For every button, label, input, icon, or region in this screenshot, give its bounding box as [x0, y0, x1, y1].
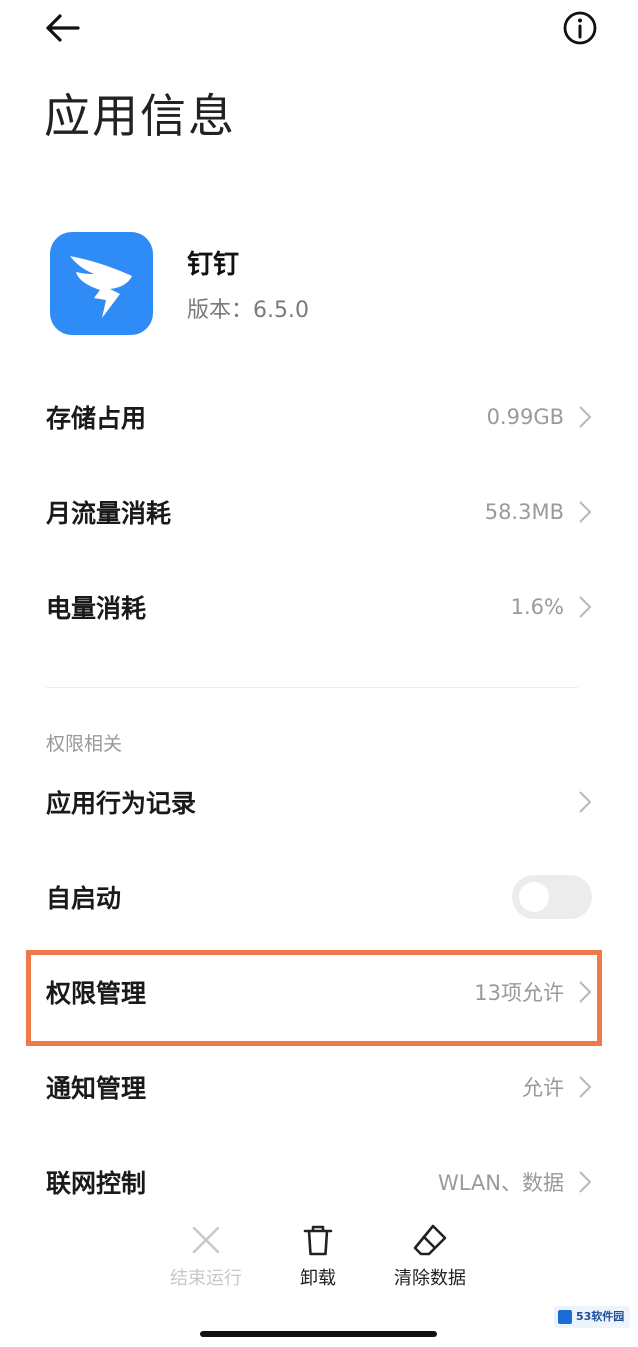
- network-control-label: 联网控制: [46, 1169, 147, 1198]
- eraser-icon: [413, 1224, 447, 1256]
- page-title: 应用信息: [44, 89, 236, 143]
- permissions-section-label: 权限相关: [46, 733, 123, 755]
- chevron-right-icon: [579, 1171, 592, 1193]
- back-button[interactable]: [40, 8, 84, 48]
- app-icon: [50, 232, 153, 335]
- data-usage-row[interactable]: 月流量消耗 58.3MB: [0, 465, 638, 559]
- chevron-right-icon: [579, 406, 592, 428]
- arrow-left-icon: [46, 14, 80, 42]
- network-control-value: WLAN、数据: [437, 1171, 564, 1195]
- data-usage-value: 58.3MB: [484, 500, 564, 524]
- data-usage-label: 月流量消耗: [46, 499, 172, 528]
- permission-management-label: 权限管理: [46, 979, 147, 1008]
- chevron-right-icon: [579, 596, 592, 618]
- trash-icon: [303, 1225, 333, 1256]
- notification-management-row[interactable]: 通知管理 允许: [0, 1040, 638, 1134]
- uninstall-button[interactable]: 卸载: [258, 1222, 378, 1298]
- app-version: 版本：6.5.0: [187, 292, 309, 324]
- notification-management-label: 通知管理: [46, 1074, 147, 1103]
- force-stop-label: 结束运行: [170, 1268, 242, 1289]
- force-stop-button[interactable]: 结束运行: [146, 1222, 266, 1298]
- autostart-toggle[interactable]: [512, 875, 592, 919]
- notification-management-value: 允许: [522, 1076, 564, 1100]
- toggle-knob: [519, 882, 549, 912]
- clear-data-button[interactable]: 清除数据: [370, 1222, 490, 1298]
- storage-row[interactable]: 存储占用 0.99GB: [0, 370, 638, 464]
- battery-usage-value: 1.6%: [510, 595, 564, 619]
- info-icon: [563, 11, 597, 45]
- app-name: 钉钉: [187, 250, 240, 280]
- autostart-row: 自启动: [0, 850, 638, 944]
- home-indicator[interactable]: [200, 1331, 437, 1337]
- dingtalk-logo-icon: [70, 256, 132, 318]
- version-label: 版本：: [187, 298, 254, 323]
- app-behavior-log-label: 应用行为记录: [46, 789, 197, 818]
- chevron-right-icon: [579, 501, 592, 523]
- storage-value: 0.99GB: [486, 405, 564, 429]
- chevron-right-icon: [579, 1076, 592, 1098]
- uninstall-label: 卸载: [300, 1268, 336, 1289]
- permission-management-row[interactable]: 权限管理 13项允许: [0, 945, 638, 1039]
- watermark-text: 53软件园: [576, 1310, 625, 1323]
- chevron-right-icon: [579, 981, 592, 1003]
- battery-usage-row[interactable]: 电量消耗 1.6%: [0, 560, 638, 654]
- watermark-logo-icon: [558, 1310, 572, 1324]
- chevron-right-icon: [579, 791, 592, 813]
- clear-data-label: 清除数据: [394, 1268, 466, 1289]
- info-button[interactable]: [558, 6, 602, 50]
- autostart-label: 自启动: [46, 884, 122, 913]
- storage-label: 存储占用: [46, 404, 147, 433]
- version-value: 6.5.0: [253, 298, 309, 323]
- permission-management-value: 13项允许: [474, 981, 564, 1005]
- watermark-logo: 53软件园: [554, 1306, 630, 1328]
- network-control-row[interactable]: 联网控制 WLAN、数据: [0, 1135, 638, 1229]
- battery-usage-label: 电量消耗: [46, 594, 147, 623]
- top-bar: [0, 0, 638, 60]
- section-divider: [46, 687, 578, 688]
- close-icon: [192, 1226, 220, 1254]
- app-behavior-log-row[interactable]: 应用行为记录: [0, 755, 638, 849]
